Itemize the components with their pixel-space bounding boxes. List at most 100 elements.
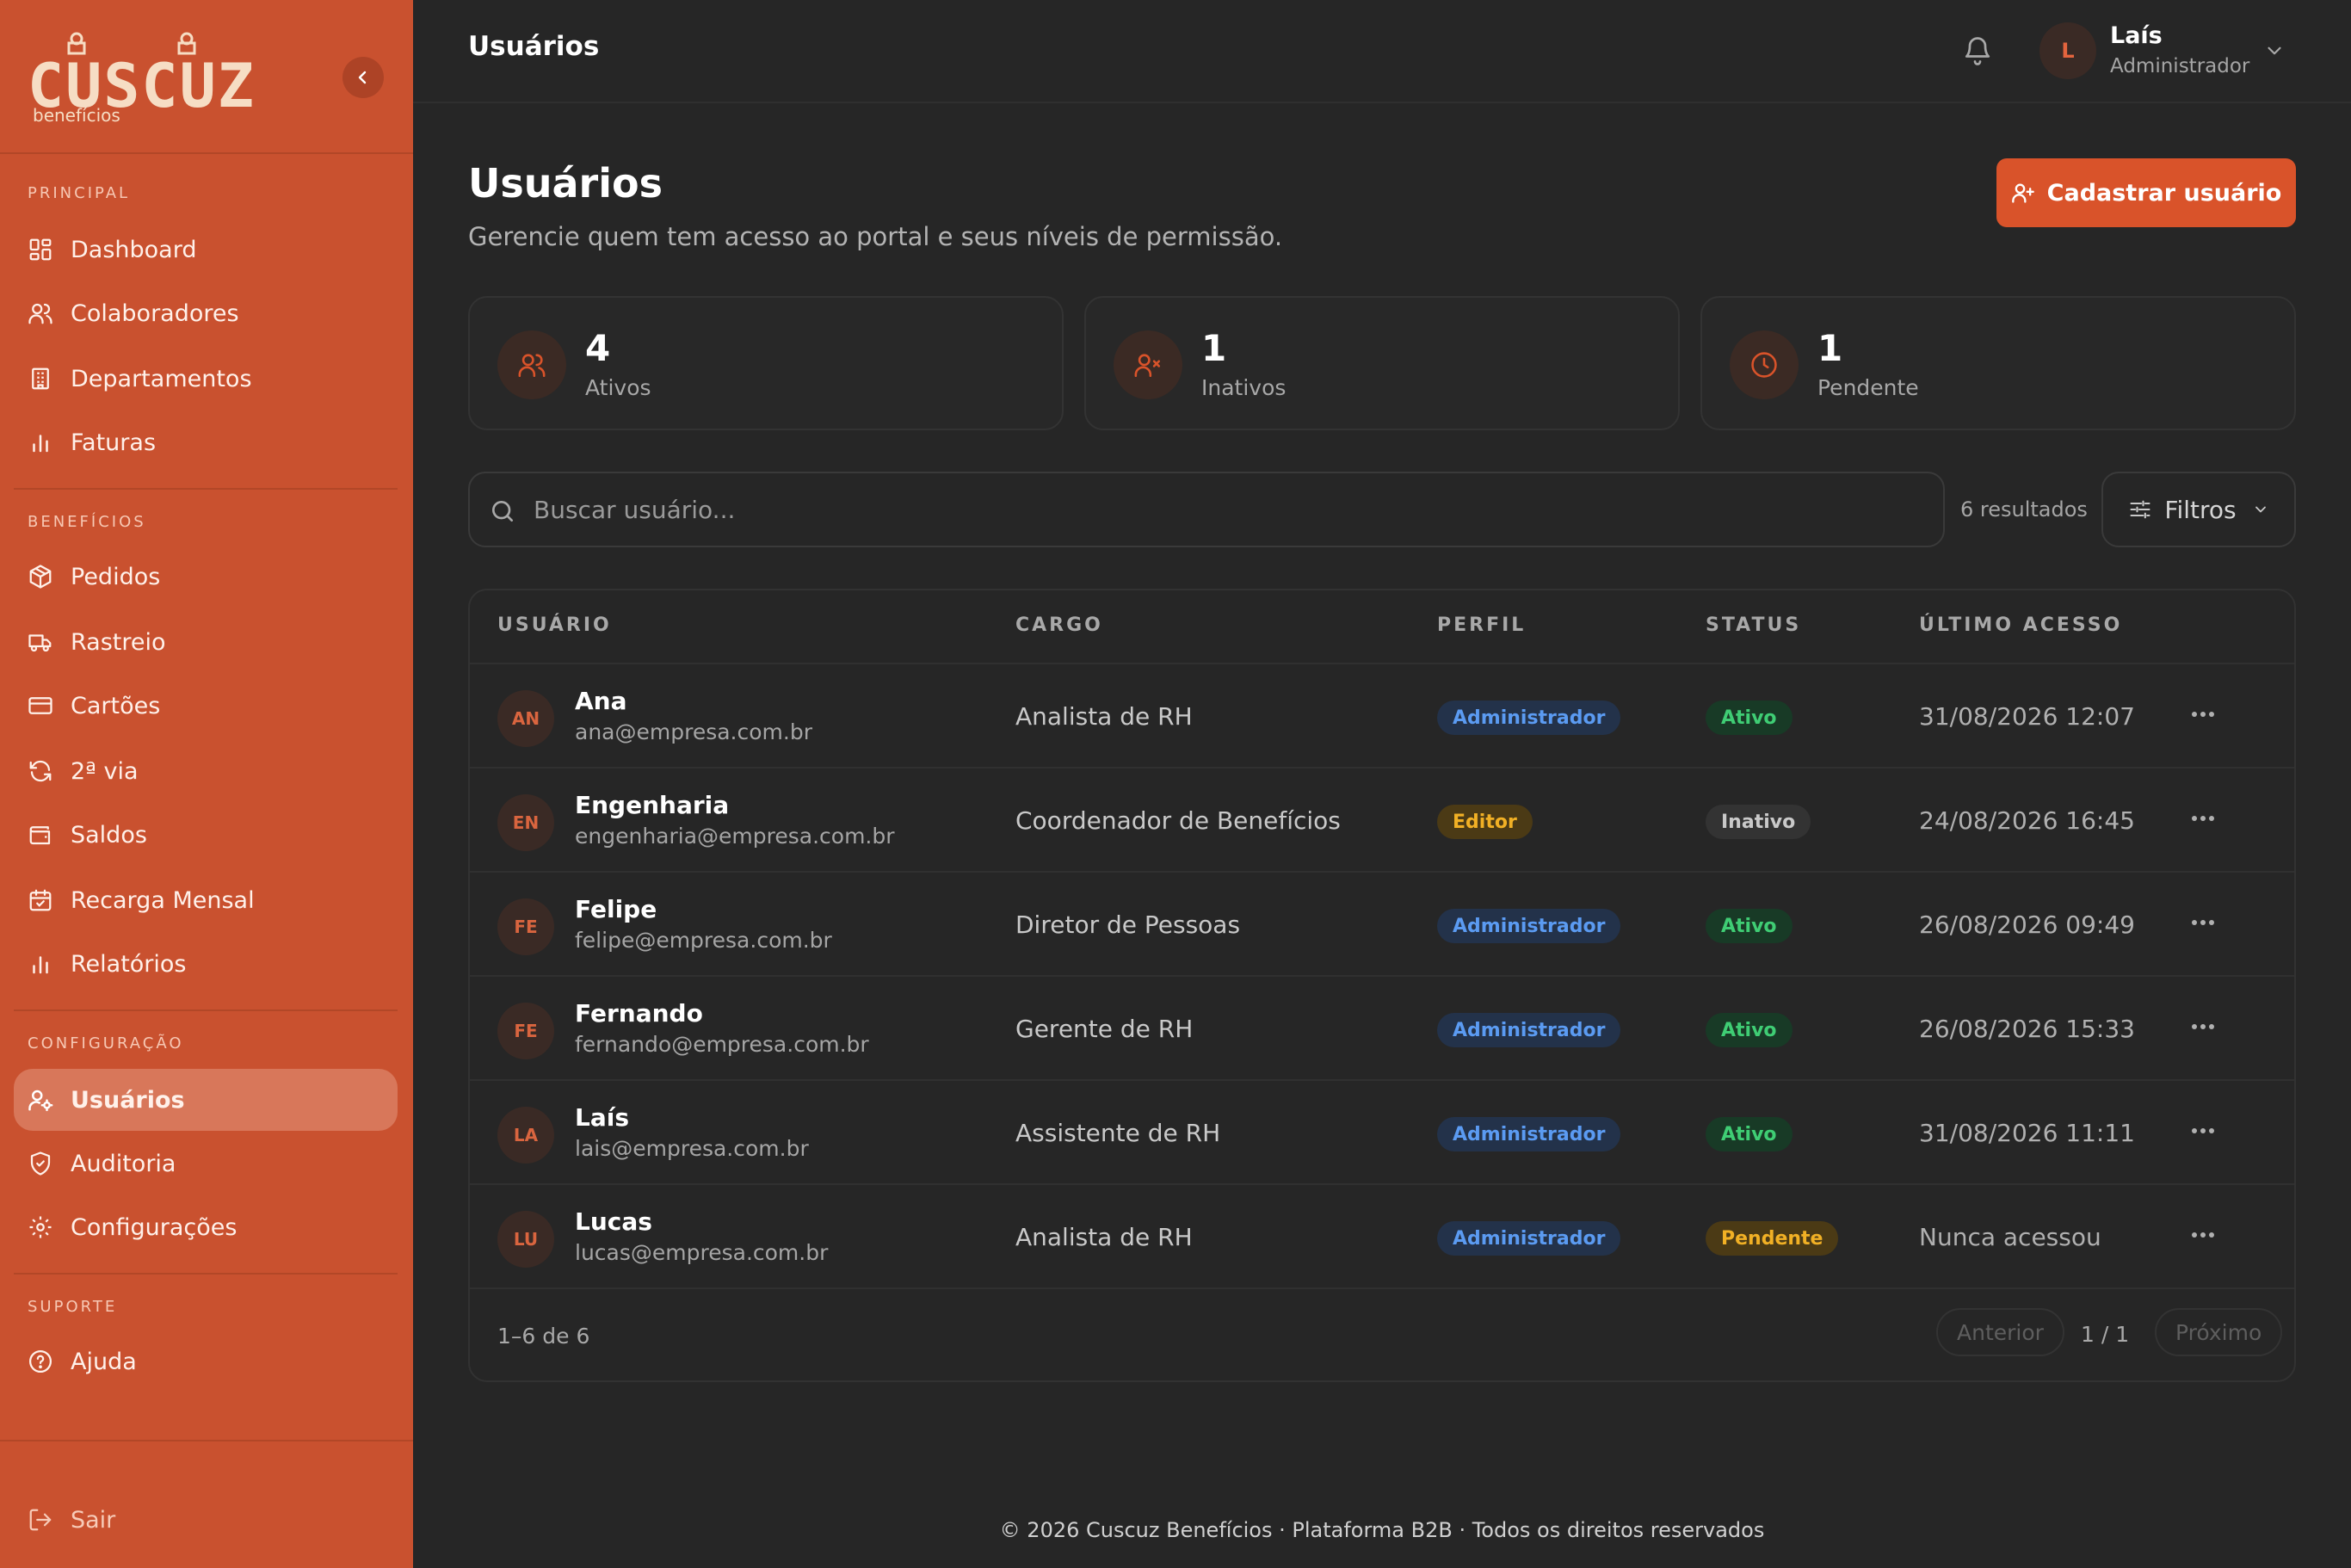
help-circle-icon bbox=[29, 1350, 52, 1373]
bell-icon[interactable] bbox=[1962, 34, 1993, 65]
avatar: LU bbox=[497, 1211, 554, 1268]
column-header-perfil[interactable]: PERFIL bbox=[1437, 614, 1526, 636]
top-bar: Usuários L Laís Administrador bbox=[413, 0, 2351, 103]
role-badge: Editor bbox=[1437, 805, 1533, 839]
avatar: FE bbox=[497, 898, 554, 955]
user-email: ana@empresa.com.br bbox=[575, 719, 812, 744]
more-actions-icon[interactable] bbox=[2186, 810, 2220, 827]
sidebar-item-colaboradores[interactable]: Colaboradores bbox=[14, 282, 398, 344]
user-email: fernando@empresa.com.br bbox=[575, 1032, 869, 1057]
sidebar-item-label: Auditoria bbox=[71, 1150, 176, 1177]
sidebar-item-relatorios[interactable]: Relatórios bbox=[14, 933, 398, 995]
user-name: Engenharia bbox=[575, 791, 730, 819]
role-badge: Administrador bbox=[1437, 1221, 1621, 1256]
sidebar-item-dashboard[interactable]: Dashboard bbox=[14, 219, 398, 281]
users-table: USUÁRIO CARGO PERFIL STATUS ÚLTIMO ACESS… bbox=[468, 589, 2296, 1382]
last-access: 26/08/2026 15:33 bbox=[1919, 1015, 2135, 1043]
user-plus-icon bbox=[2011, 183, 2034, 203]
sidebar-item-label: Ajuda bbox=[71, 1348, 137, 1375]
stat-label: Inativos bbox=[1201, 375, 1287, 400]
logout-button[interactable]: Sair bbox=[14, 1489, 398, 1551]
sidebar-item-label: Cartões bbox=[71, 692, 161, 719]
user-name: Ana bbox=[575, 687, 627, 715]
add-user-button[interactable]: Cadastrar usuário bbox=[1996, 158, 2296, 227]
pagination-prev-button[interactable]: Anterior bbox=[1936, 1308, 2064, 1356]
users-icon bbox=[497, 330, 566, 399]
table-row[interactable]: FE Fernando fernando@empresa.com.br Gere… bbox=[470, 977, 2294, 1081]
more-actions-icon[interactable] bbox=[2186, 914, 2220, 931]
sidebar-item-departamentos[interactable]: Departamentos bbox=[14, 348, 398, 410]
more-actions-icon[interactable] bbox=[2186, 1226, 2220, 1244]
sidebar-item-pedidos[interactable]: Pedidos bbox=[14, 546, 398, 608]
more-actions-icon[interactable] bbox=[2186, 1018, 2220, 1035]
header-title: Usuários bbox=[468, 31, 600, 62]
table-row[interactable]: AN Ana ana@empresa.com.br Analista de RH… bbox=[470, 664, 2294, 769]
sidebar-item-usuarios[interactable]: Usuários bbox=[14, 1069, 398, 1131]
user-email: felipe@empresa.com.br bbox=[575, 928, 832, 953]
more-actions-icon[interactable] bbox=[2186, 1122, 2220, 1139]
stat-card-pendente: 1 Pendente bbox=[1700, 296, 2296, 430]
column-header-ultimo-acesso[interactable]: ÚLTIMO ACESSO bbox=[1919, 614, 2122, 636]
bar-chart-icon bbox=[33, 956, 48, 974]
chevron-down-icon[interactable] bbox=[2263, 40, 2286, 62]
last-access: 31/08/2026 11:11 bbox=[1919, 1119, 2135, 1147]
filters-button[interactable]: Filtros bbox=[2101, 472, 2296, 547]
status-badge: Ativo bbox=[1706, 701, 1793, 735]
user-role: Administrador bbox=[2110, 55, 2250, 77]
avatar: FE bbox=[497, 1003, 554, 1059]
role-badge: Administrador bbox=[1437, 1117, 1621, 1151]
sidebar-divider bbox=[14, 488, 398, 490]
gear-icon bbox=[29, 1216, 52, 1238]
sidebar-item-label: Recarga Mensal bbox=[71, 886, 255, 914]
more-actions-icon[interactable] bbox=[2186, 706, 2220, 723]
sidebar-item-saldos[interactable]: Saldos bbox=[14, 804, 398, 866]
section-title-principal: PRINCIPAL bbox=[28, 184, 131, 202]
column-header-status[interactable]: STATUS bbox=[1706, 614, 1801, 636]
sidebar-item-label: Pedidos bbox=[71, 563, 161, 590]
building-icon bbox=[32, 367, 49, 390]
sidebar-item-recarga-mensal[interactable]: Recarga Mensal bbox=[14, 869, 398, 931]
column-header-usuario[interactable]: USUÁRIO bbox=[497, 614, 612, 636]
last-access: 24/08/2026 16:45 bbox=[1919, 806, 2135, 835]
search-box bbox=[468, 472, 1945, 547]
sidebar-divider bbox=[14, 1009, 398, 1011]
table-row[interactable]: FE Felipe felipe@empresa.com.br Diretor … bbox=[470, 873, 2294, 977]
avatar: LA bbox=[497, 1107, 554, 1164]
sidebar-item-rastreio[interactable]: Rastreio bbox=[14, 611, 398, 673]
table-row[interactable]: EN Engenharia engenharia@empresa.com.br … bbox=[470, 769, 2294, 873]
status-badge: Inativo bbox=[1706, 805, 1811, 839]
section-title-configuracao: CONFIGURAÇÃO bbox=[28, 1034, 184, 1053]
pagination-next-button[interactable]: Próximo bbox=[2155, 1308, 2283, 1356]
role-badge: Administrador bbox=[1437, 701, 1621, 735]
role-badge: Administrador bbox=[1437, 1013, 1621, 1047]
users-icon bbox=[28, 303, 52, 324]
search-input[interactable] bbox=[534, 487, 1910, 532]
sidebar-divider bbox=[0, 152, 413, 154]
user-cargo: Coordenador de Benefícios bbox=[1015, 806, 1341, 835]
avatar[interactable]: L bbox=[2039, 22, 2096, 79]
table-row[interactable]: LA Laís lais@empresa.com.br Assistente d… bbox=[470, 1081, 2294, 1185]
sidebar-item-faturas[interactable]: Faturas bbox=[14, 411, 398, 473]
sidebar-divider bbox=[0, 1440, 413, 1441]
sidebar-item-configuracoes[interactable]: Configurações bbox=[14, 1196, 398, 1258]
column-header-cargo[interactable]: CARGO bbox=[1015, 614, 1103, 636]
user-name[interactable]: Laís bbox=[2110, 22, 2163, 49]
user-x-icon bbox=[1114, 330, 1182, 399]
sidebar-item-segunda-via[interactable]: 2ª via bbox=[14, 740, 398, 802]
collapse-sidebar-button[interactable] bbox=[342, 57, 384, 98]
refresh-icon bbox=[29, 760, 52, 782]
table-row[interactable]: LU Lucas lucas@empresa.com.br Analista d… bbox=[470, 1185, 2294, 1289]
user-cog-icon bbox=[28, 1090, 53, 1112]
sidebar-item-cartoes[interactable]: Cartões bbox=[14, 675, 398, 737]
user-cargo: Assistente de RH bbox=[1015, 1119, 1221, 1147]
sidebar: CUSCUZ benefícios PRINCIPAL Dashboard Co… bbox=[0, 0, 413, 1568]
sliders-icon bbox=[2130, 500, 2150, 519]
brand-logo[interactable]: CUSCUZ benefícios bbox=[28, 26, 389, 129]
stat-card-ativos: 4 Ativos bbox=[468, 296, 1064, 430]
truck-icon bbox=[28, 634, 52, 652]
sidebar-item-label: Rastreio bbox=[71, 628, 166, 656]
sidebar-item-ajuda[interactable]: Ajuda bbox=[14, 1330, 398, 1392]
sidebar-item-auditoria[interactable]: Auditoria bbox=[14, 1133, 398, 1195]
bar-chart-icon bbox=[33, 435, 48, 453]
sidebar-item-label: Departamentos bbox=[71, 365, 252, 392]
